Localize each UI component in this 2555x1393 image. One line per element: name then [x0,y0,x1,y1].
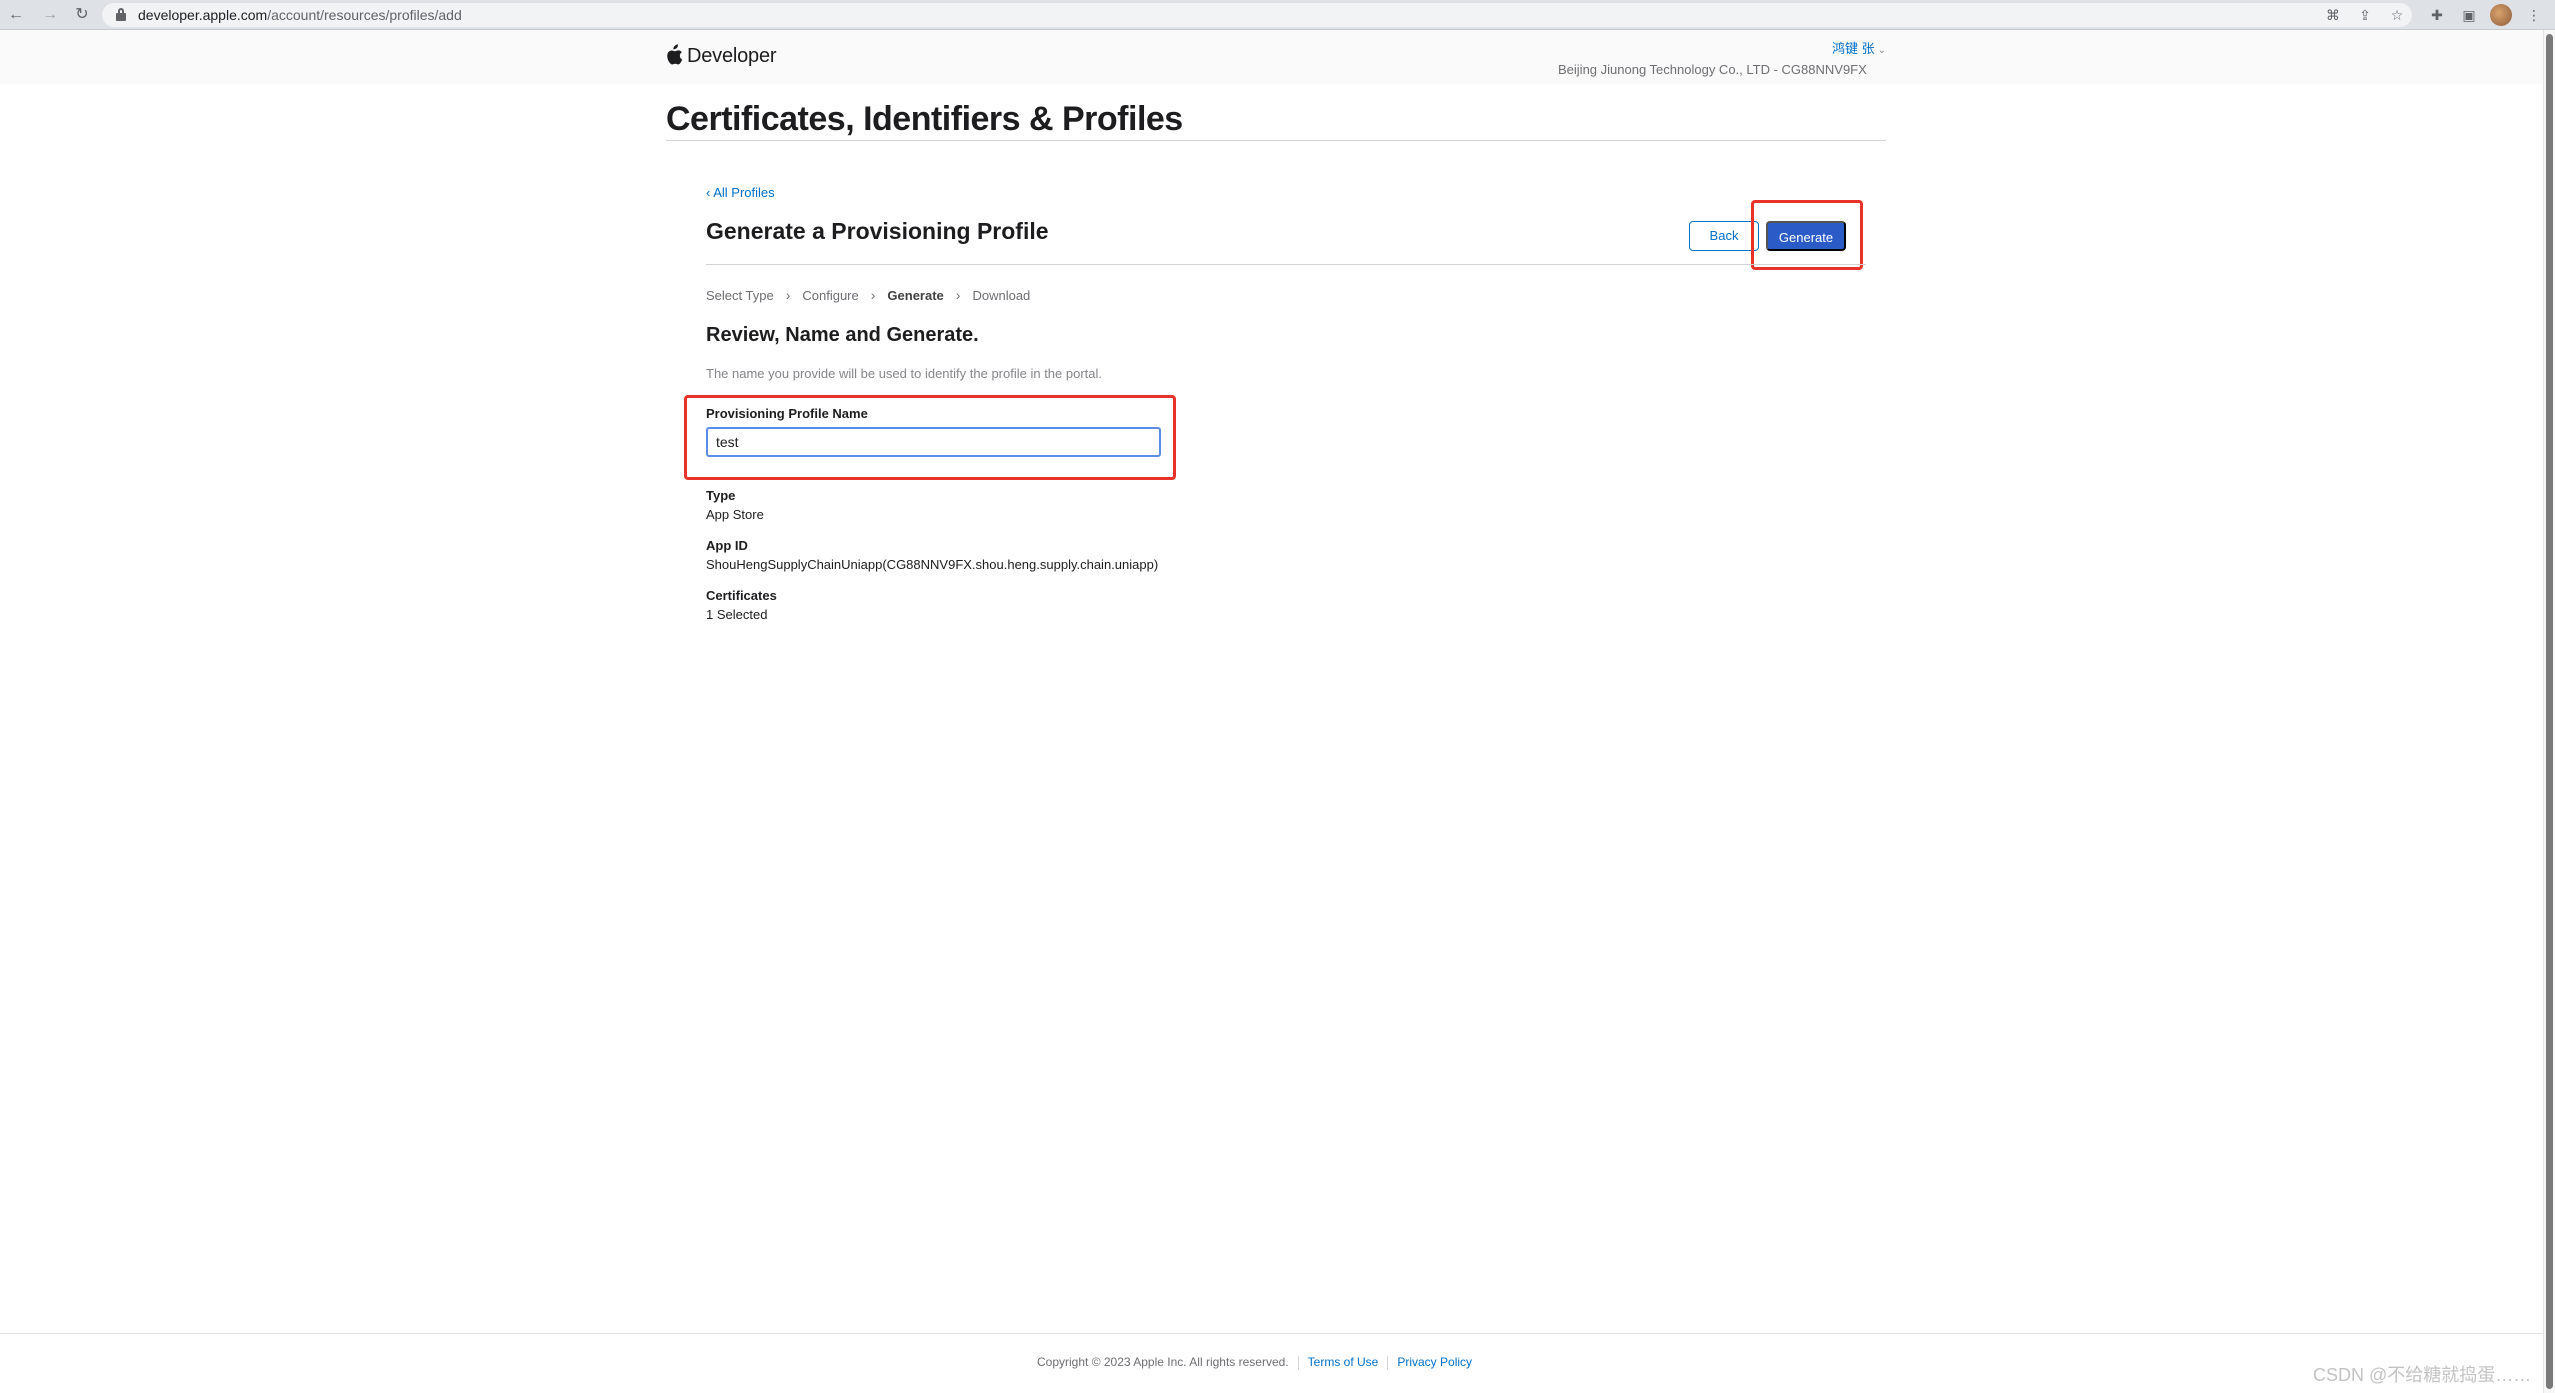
bookmark-star-icon[interactable]: ☆ [2387,5,2407,25]
profile-name-input[interactable] [706,427,1161,457]
footer-divider [0,1333,2543,1334]
certificates-label: Certificates [706,588,777,603]
user-name[interactable]: 鸿键 张 [1832,41,1875,56]
step-download: Download [972,288,1031,303]
url-text: developer.apple.com/account/resources/pr… [138,7,462,23]
chevron-right-icon: › [955,287,961,303]
review-hint: The name you provide will be used to ide… [706,366,1103,381]
step-breadcrumb: Select Type › Configure › Generate › Download [706,287,1030,305]
scrollbar-thumb[interactable] [2546,34,2553,1389]
apple-logo-icon[interactable] [665,44,683,66]
page-title: Certificates, Identifiers & Profiles [666,100,1183,138]
review-title: Review, Name and Generate. [706,324,979,346]
step-configure: Configure [802,288,859,303]
menu-kebab-icon[interactable]: ⋮ [2524,5,2544,25]
extensions-puzzle-icon[interactable]: ✚ [2427,5,2447,25]
user-menu[interactable]: 鸿键 张 ⌄ [1832,38,1886,57]
all-profiles-link[interactable]: ‹ All Profiles [706,185,775,200]
page-scrollbar[interactable] [2543,30,2555,1393]
browser-toolbar: ← → ↻ developer.apple.com/account/resour… [0,0,2555,30]
generate-highlight-box [1751,200,1863,270]
step-generate: Generate [887,288,944,303]
reload-icon[interactable]: ↻ [72,5,92,25]
app-id-value: ShouHengSupplyChainUniapp(CG88NNV9FX.sho… [706,557,1159,572]
type-value: App Store [706,507,764,522]
lock-icon [116,8,126,21]
site-header: Developer 鸿键 张 ⌄ Beijing Jiunong Technolo… [0,30,2543,84]
translate-icon[interactable]: ⌘ [2323,5,2343,25]
app-id-label: App ID [706,538,748,553]
certificates-value: 1 Selected [706,607,768,622]
back-button[interactable]: Back [1689,221,1759,251]
address-bar[interactable]: developer.apple.com/account/resources/pr… [102,3,2412,27]
share-icon[interactable]: ⇪ [2355,5,2375,25]
step-select-type: Select Type [706,288,774,303]
profile-name-label: Provisioning Profile Name [706,406,868,421]
chevron-right-icon: › [870,287,876,303]
section-title: Generate a Provisioning Profile [706,218,1049,244]
privacy-policy-link[interactable]: Privacy Policy [1397,1355,1472,1369]
team-name: Beijing Jiunong Technology Co., LTD - CG… [1558,62,1867,77]
profile-avatar[interactable] [2490,4,2512,26]
brand-developer[interactable]: Developer [687,45,777,68]
copyright-text: Copyright © 2023 Apple Inc. All rights r… [1037,1355,1289,1369]
side-panel-icon[interactable]: ▣ [2459,5,2479,25]
forward-arrow-icon[interactable]: → [40,5,60,25]
section-divider [706,264,1866,265]
title-divider [666,140,1886,141]
chevron-right-icon: › [785,287,791,303]
terms-of-use-link[interactable]: Terms of Use [1308,1355,1379,1369]
back-arrow-icon[interactable]: ← [6,5,26,25]
footer: Copyright © 2023 Apple Inc. All rights r… [1037,1355,1472,1370]
type-label: Type [706,488,736,503]
chevron-down-icon: ⌄ [1877,45,1887,56]
watermark: CSDN @不给糖就捣蛋…… [2313,1365,2532,1385]
